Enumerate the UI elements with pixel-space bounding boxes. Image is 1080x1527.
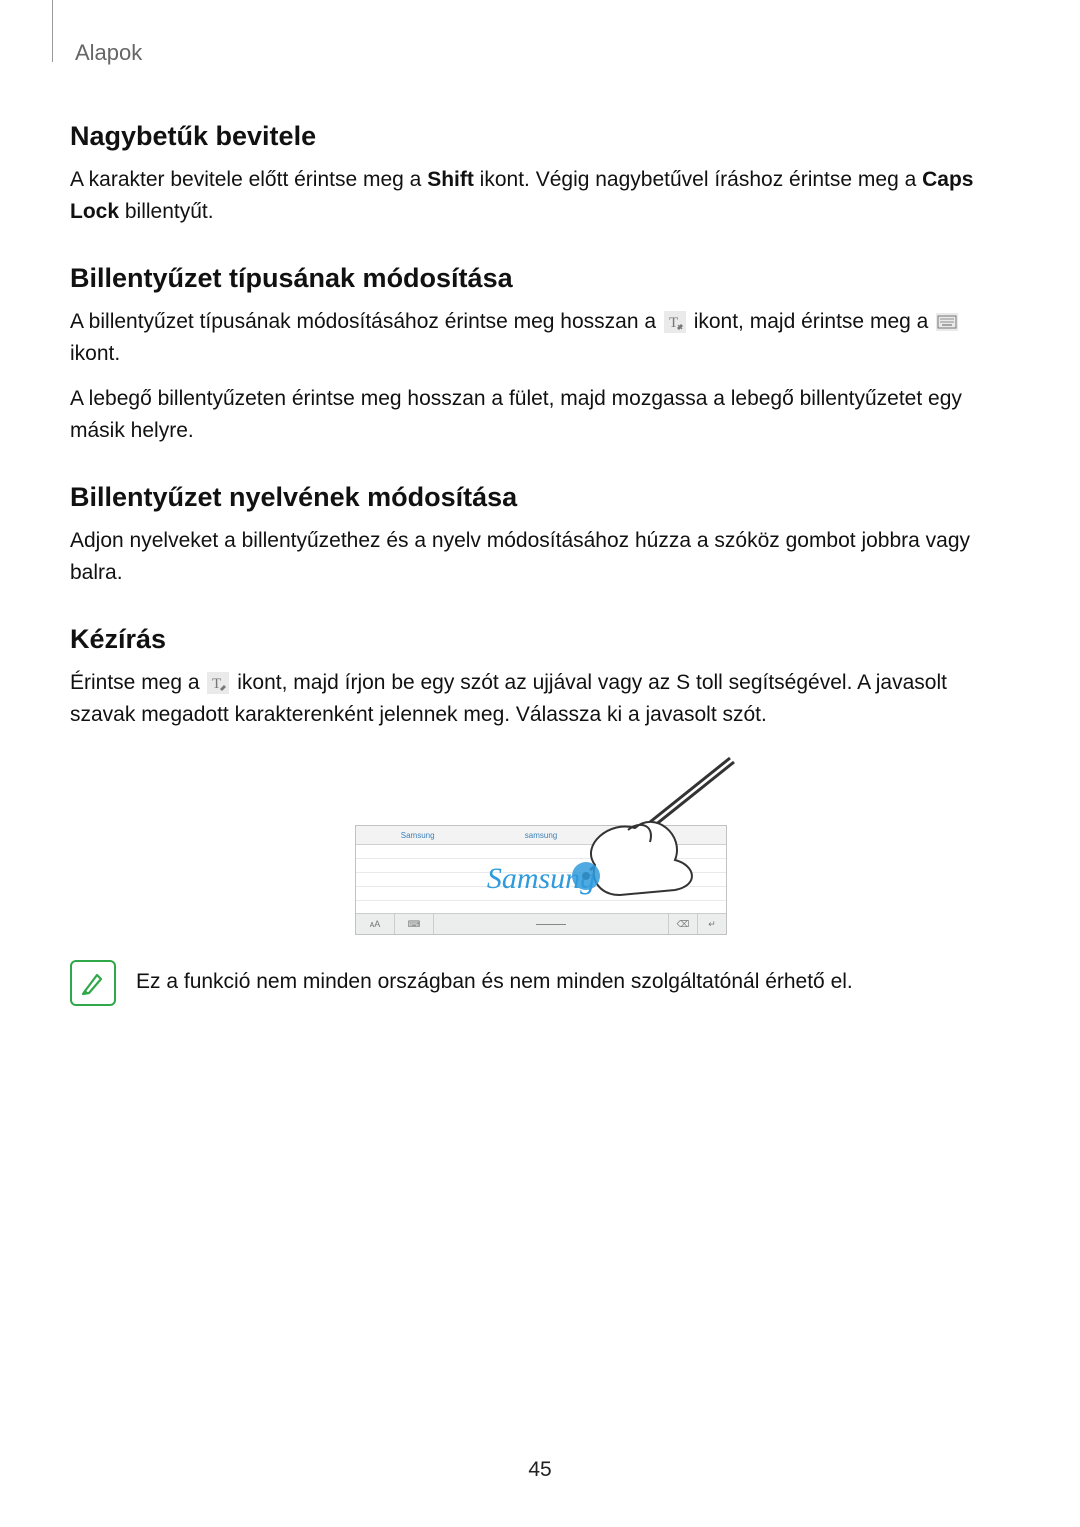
para-kbtype-2: A lebegő billentyűzeten érintse meg hoss… — [70, 383, 1010, 446]
text: ikont. — [70, 342, 120, 365]
chapter-label: Alapok — [75, 40, 1010, 66]
heading-kblang: Billentyűzet nyelvének módosítása — [70, 482, 1010, 513]
text: ikont, majd érintse meg a — [694, 310, 934, 333]
para-caps: A karakter bevitele előtt érintse meg a … — [70, 164, 1010, 227]
text: A karakter bevitele előtt érintse meg a — [70, 168, 427, 191]
handwriting-illustration: Samsung samsung Sam Samsung ᴀA ⌨ ⌫ ↵ — [355, 755, 725, 935]
key-enter: ↵ — [698, 914, 726, 934]
key-backspace: ⌫ — [669, 914, 698, 934]
note-icon — [70, 960, 116, 1006]
para-handwriting: Érintse meg a T ikont, majd írjon be egy… — [70, 667, 1010, 730]
note-text: Ez a funkció nem minden országban és nem… — [136, 960, 853, 998]
header-rule — [52, 0, 53, 62]
suggestion-item: Samsung — [356, 831, 479, 840]
key-keyboard: ⌨ — [395, 914, 434, 934]
illustration-container: Samsung samsung Sam Samsung ᴀA ⌨ ⌫ ↵ — [70, 755, 1010, 935]
para-kbtype-1: A billentyűzet típusának módosításához é… — [70, 306, 1010, 369]
text: billentyűt. — [119, 200, 214, 223]
t-pen-icon: T — [662, 311, 688, 333]
keyboard-icon — [934, 313, 960, 331]
hand-drawing-icon — [500, 750, 760, 900]
text-bold: Shift — [427, 168, 474, 191]
para-kblang: Adjon nyelveket a billentyűzethez és a n… — [70, 525, 1010, 588]
note-block: Ez a funkció nem minden országban és nem… — [70, 960, 1010, 1006]
text: Érintse meg a — [70, 671, 205, 694]
key-mode: ᴀA — [356, 914, 395, 934]
heading-caps: Nagybetűk bevitele — [70, 121, 1010, 152]
heading-handwriting: Kézírás — [70, 624, 1010, 655]
page-number: 45 — [0, 1458, 1080, 1482]
svg-text:T: T — [669, 315, 678, 331]
key-space — [434, 914, 669, 934]
text: A billentyűzet típusának módosításához é… — [70, 310, 662, 333]
keyboard-bottom-row: ᴀA ⌨ ⌫ ↵ — [356, 913, 726, 934]
text: ikont. Végig nagybetűvel íráshoz érintse… — [474, 168, 922, 191]
heading-kbtype: Billentyűzet típusának módosítása — [70, 263, 1010, 294]
svg-text:T: T — [212, 676, 221, 692]
page-content: Alapok Nagybetűk bevitele A karakter bev… — [0, 0, 1080, 1006]
t-pen-icon: T — [205, 672, 231, 694]
